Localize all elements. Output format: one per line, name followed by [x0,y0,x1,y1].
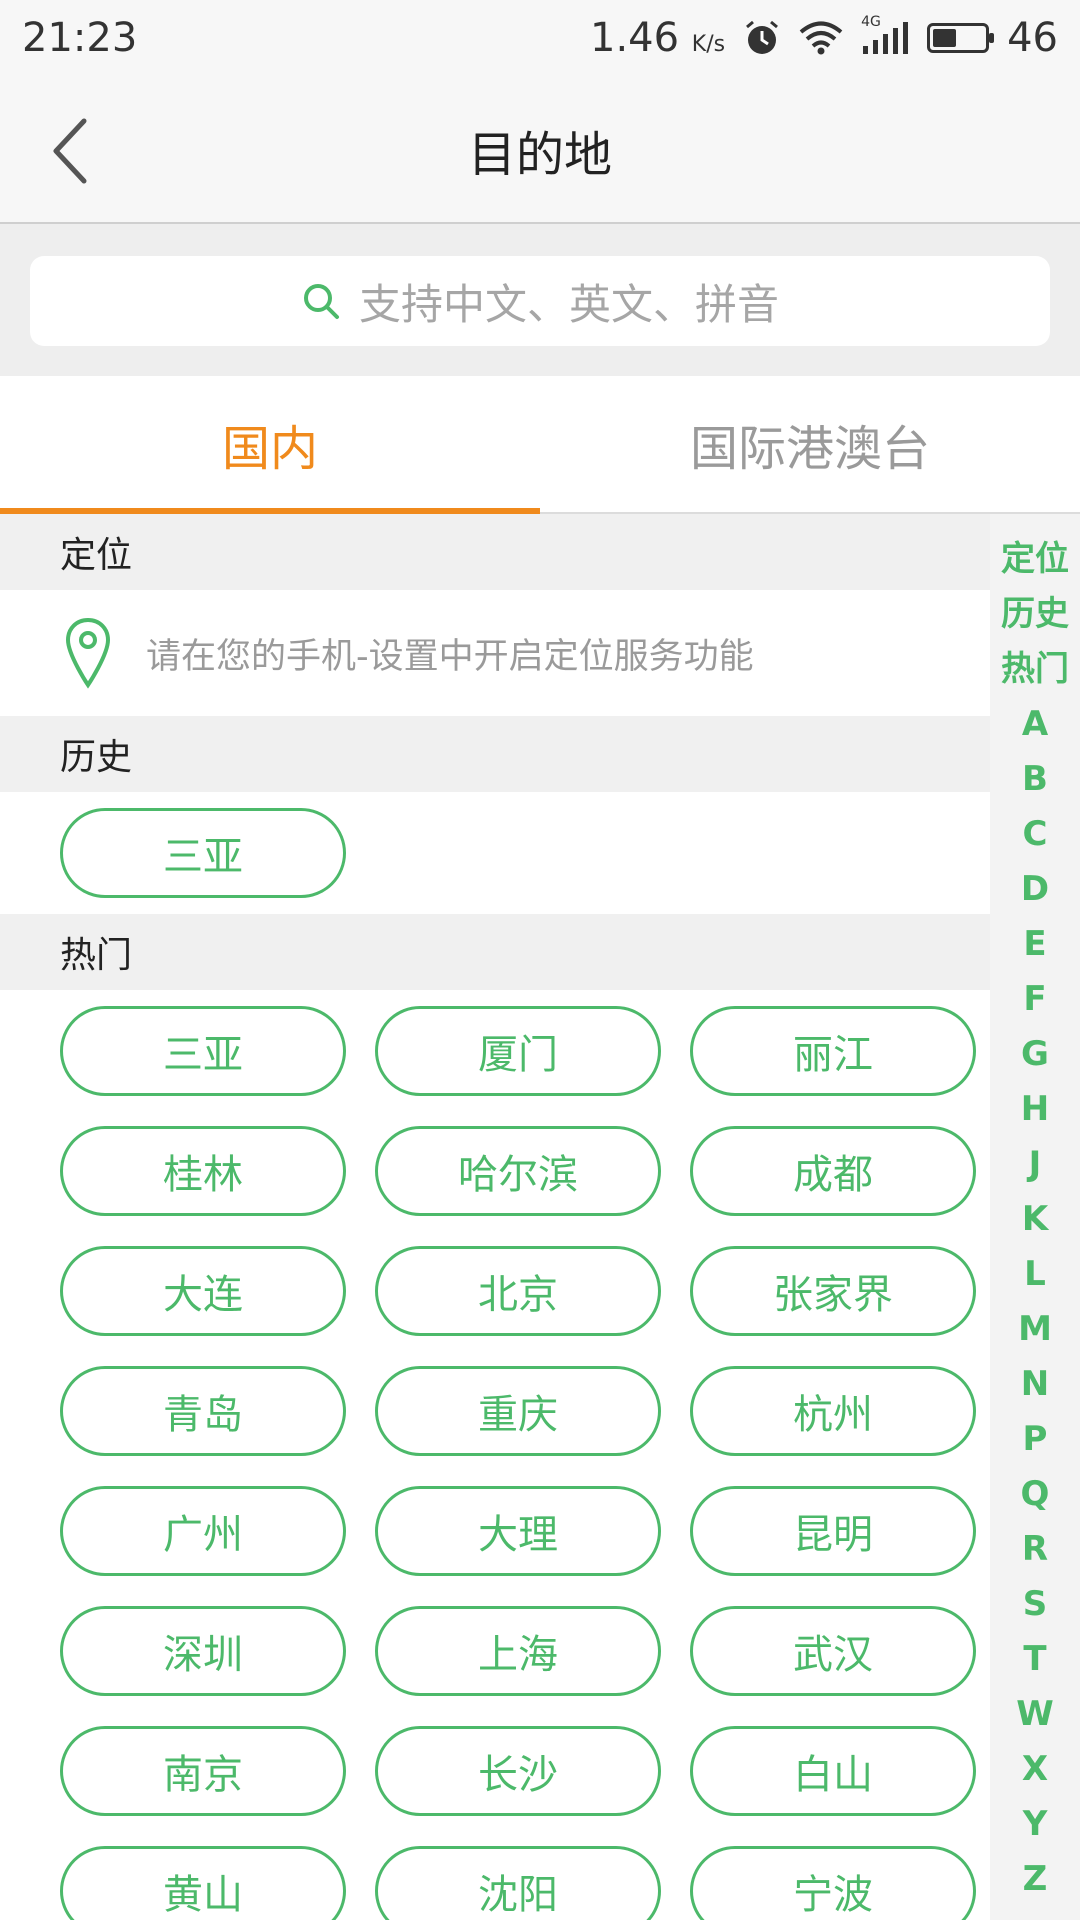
section-header-location: 定位 [0,514,990,590]
index-letter[interactable]: 定位 [1001,532,1069,587]
hot-city-chip[interactable]: 沈阳 [375,1846,661,1920]
search-input[interactable]: 支持中文、英文、拼音 [30,256,1050,346]
status-icons: 1.46 K/s 4G 46 [590,14,1058,61]
alphabet-index-bar[interactable]: 定位 历史 热门 A B C D E F G H J K L M N P Q R S T W X Y Z [990,514,1080,1920]
hot-city-chip[interactable]: 黄山 [60,1846,346,1920]
status-time: 21:23 [22,15,138,61]
signal-icon: 4G [861,14,909,56]
hot-city-chip[interactable]: 武汉 [690,1606,976,1696]
location-row[interactable]: 请在您的手机-设置中开启定位服务功能 [0,590,990,716]
tab-domestic[interactable]: 国内 [0,376,540,514]
hot-city-chip[interactable]: 杭州 [690,1366,976,1456]
hot-city-chip[interactable]: 成都 [690,1126,976,1216]
wifi-icon [799,21,843,55]
index-letter[interactable]: P [1023,1412,1048,1467]
battery-level: 46 [1007,15,1058,61]
location-message: 请在您的手机-设置中开启定位服务功能 [146,636,754,677]
index-letter[interactable]: R [1022,1522,1048,1577]
back-button[interactable] [40,116,100,186]
search-icon [303,284,339,319]
index-letter[interactable]: K [1022,1192,1048,1247]
hot-city-chip[interactable]: 青岛 [60,1366,346,1456]
header: 目的地 [0,76,1080,224]
hot-city-chip[interactable]: 昆明 [690,1486,976,1576]
index-letter[interactable]: J [1029,1137,1042,1192]
hot-city-chip[interactable]: 厦门 [375,1006,661,1096]
hot-city-chip[interactable]: 广州 [60,1486,346,1576]
page-title: 目的地 [467,127,612,183]
chevron-left-icon [53,118,87,184]
history-grid: 三亚 [0,792,990,914]
network-type: 4G [861,14,881,30]
status-bar: 21:23 1.46 K/s 4G 46 [0,0,1080,76]
index-letter[interactable]: L [1024,1247,1046,1302]
history-city-chip[interactable]: 三亚 [60,808,346,898]
index-letter[interactable]: W [1016,1687,1054,1742]
hot-city-chip[interactable]: 哈尔滨 [375,1126,661,1216]
index-letter[interactable]: C [1023,807,1048,862]
hot-city-chip[interactable]: 长沙 [375,1726,661,1816]
network-speed: 1.46 K/s [590,15,725,61]
index-letter[interactable]: X [1022,1742,1048,1797]
section-header-hot: 热门 [0,914,990,990]
tab-international[interactable]: 国际港澳台 [540,376,1080,512]
hot-city-chip[interactable]: 宁波 [690,1846,976,1920]
hot-city-chip[interactable]: 南京 [60,1726,346,1816]
destination-list[interactable]: 定位 请在您的手机-设置中开启定位服务功能 历史 三亚 热门 三亚 厦门 丽江 桂林哈… [0,514,990,1920]
index-letter[interactable]: Y [1023,1797,1048,1852]
index-letter[interactable]: Z [1023,1852,1048,1907]
battery-fill [933,29,957,47]
hot-city-chip[interactable]: 张家界 [690,1246,976,1336]
alarm-icon [743,19,781,57]
hot-city-chip[interactable]: 桂林 [60,1126,346,1216]
hot-city-chip[interactable]: 丽江 [690,1006,976,1096]
hot-city-chip[interactable]: 北京 [375,1246,661,1336]
index-letter[interactable]: F [1023,972,1046,1027]
index-letter[interactable]: 历史 [1001,587,1069,642]
hot-grid: 三亚 厦门 丽江桂林 哈尔滨 成都大连 北京 张家界青岛 重庆 杭州广州 大理 昆明深圳 上海 武汉南京… [0,990,990,1920]
index-letter[interactable]: H [1021,1082,1049,1137]
section-header-history: 历史 [0,716,990,792]
hot-city-chip[interactable]: 上海 [375,1606,661,1696]
index-letter[interactable]: D [1021,862,1049,917]
battery-icon [927,23,995,53]
hot-city-chip[interactable]: 大连 [60,1246,346,1336]
search-area: 支持中文、英文、拼音 [0,224,1080,376]
hot-city-chip[interactable]: 重庆 [375,1366,661,1456]
index-letter[interactable]: S [1023,1577,1048,1632]
hot-city-chip[interactable]: 三亚 [60,1006,346,1096]
network-speed-value: 1.46 [590,15,680,61]
index-letter[interactable]: B [1022,752,1048,807]
index-letter[interactable]: N [1021,1357,1049,1412]
tab-bar: 国内 国际港澳台 [0,376,1080,514]
index-letter[interactable]: 热门 [1001,642,1069,697]
index-letter[interactable]: Q [1021,1467,1050,1522]
network-speed-unit: K/s [691,32,726,57]
hot-city-chip[interactable]: 大理 [375,1486,661,1576]
search-placeholder: 支持中文、英文、拼音 [358,279,779,329]
index-letter[interactable]: A [1022,697,1048,752]
index-letter[interactable]: T [1023,1632,1046,1687]
index-letter[interactable]: E [1023,917,1046,972]
location-pin-icon [65,617,111,689]
index-letter[interactable]: G [1021,1027,1049,1082]
hot-city-chip[interactable]: 白山 [690,1726,976,1816]
hot-city-chip[interactable]: 深圳 [60,1606,346,1696]
index-letter[interactable]: M [1018,1302,1052,1357]
